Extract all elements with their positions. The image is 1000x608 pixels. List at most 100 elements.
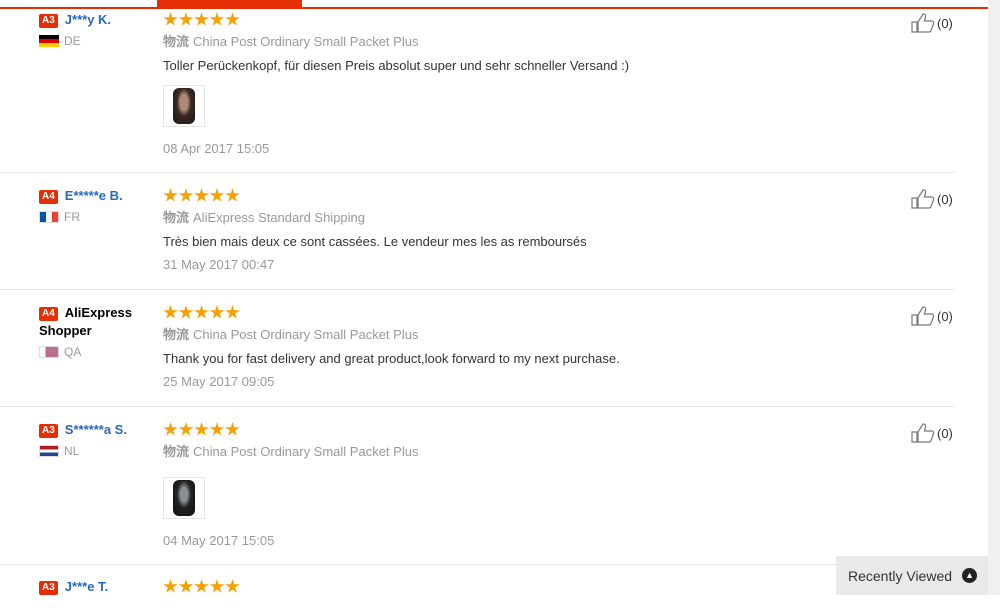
star-rating: [163, 422, 883, 438]
logistics-label: 物流: [163, 327, 190, 342]
star-icon: [225, 12, 240, 26]
star-icon: [178, 305, 194, 319]
star-icon: [209, 188, 225, 202]
review-item: A4 AliExpress Shopper QA 物流 China Post Ord…: [0, 304, 955, 407]
flag-qa-icon: [39, 346, 59, 358]
country-code: DE: [64, 34, 81, 48]
star-icon: [209, 579, 225, 593]
buyer-info: A3 S******a S. NL: [39, 421, 151, 459]
star-rating: [163, 579, 883, 595]
shipping-name: China Post Ordinary Small Packet Plus: [193, 444, 419, 459]
helpful-button[interactable]: (0): [911, 189, 953, 209]
buyer-info: A3 J***e T.: [39, 578, 151, 596]
flag-nl-icon: [39, 445, 59, 457]
buyer-level-badge: A3: [39, 424, 58, 438]
chevron-up-circle-icon: ▲: [962, 568, 978, 583]
buyer-info: A4 E*****e B. FR: [39, 187, 151, 225]
review-content: 物流 China Post Ordinary Small Packet Plus …: [163, 11, 883, 158]
star-icon: [163, 188, 178, 202]
tab-underline: [0, 7, 988, 9]
shipping-name: AliExpress Standard Shipping: [193, 210, 366, 225]
review-photo[interactable]: [163, 477, 205, 519]
star-rating: [163, 188, 883, 204]
thumbs-up-icon: [911, 423, 935, 443]
review-content: [163, 578, 883, 595]
flag-fr-icon: [39, 211, 59, 223]
buyer-name-link[interactable]: J***e T.: [65, 579, 108, 594]
review-text: Thank you for fast delivery and great pr…: [163, 351, 620, 366]
buyer-info: A4 AliExpress Shopper QA: [39, 304, 151, 360]
star-icon: [194, 12, 209, 26]
review-content: 物流 AliExpress Standard Shipping Très bien…: [163, 187, 883, 274]
helpful-button[interactable]: (0): [911, 13, 953, 33]
buyer-level-badge: A4: [39, 190, 58, 204]
review-text: Très bien mais deux ce sont cassées. Le …: [163, 234, 587, 249]
thumbs-up-icon: [911, 13, 935, 33]
review-date: 31 May 2017 00:47: [163, 257, 275, 272]
star-icon: [225, 422, 240, 436]
wig-head-photo-icon: [173, 88, 195, 124]
logistics-label: 物流: [163, 210, 190, 225]
star-icon: [209, 12, 225, 26]
shipping-name: China Post Ordinary Small Packet Plus: [193, 327, 419, 342]
star-rating: [163, 12, 883, 28]
buyer-level-badge: A3: [39, 581, 58, 595]
star-icon: [194, 422, 209, 436]
star-rating: [163, 305, 883, 321]
review-item: A3 S******a S. NL 物流 China Post Ordinary S…: [0, 421, 955, 565]
buyer-country: DE: [39, 33, 151, 49]
star-icon: [209, 305, 225, 319]
thumbs-up-icon: [911, 306, 935, 326]
star-icon: [225, 188, 240, 202]
country-code: NL: [64, 444, 80, 458]
review-item: A3 J***e T.: [0, 578, 955, 608]
star-icon: [163, 305, 178, 319]
star-icon: [209, 422, 225, 436]
review-content: 物流 China Post Ordinary Small Packet Plus …: [163, 421, 883, 550]
shipping-name: China Post Ordinary Small Packet Plus: [193, 34, 419, 49]
review-date: 08 Apr 2017 15:05: [163, 141, 270, 156]
recently-viewed-button[interactable]: Recently Viewed ▲: [836, 556, 988, 595]
review-date: 04 May 2017 15:05: [163, 533, 275, 548]
review-date: 25 May 2017 09:05: [163, 374, 275, 389]
buyer-country: NL: [39, 443, 151, 459]
star-icon: [178, 579, 194, 593]
recently-viewed-label: Recently Viewed: [848, 567, 953, 584]
buyer-level-badge: A3: [39, 14, 58, 28]
buyer-name-link[interactable]: E*****e B.: [65, 188, 123, 203]
star-icon: [194, 579, 209, 593]
star-icon: [225, 579, 240, 593]
logistics-label: 物流: [163, 444, 190, 459]
buyer-name-link[interactable]: S******a S.: [65, 422, 127, 437]
page-scrollbar[interactable]: [988, 0, 1000, 595]
review-text: Toller Perückenkopf, für diesen Preis ab…: [163, 58, 630, 73]
buyer-info: A3 J***y K. DE: [39, 11, 151, 49]
star-icon: [194, 305, 209, 319]
buyer-country: FR: [39, 209, 151, 225]
helpful-button[interactable]: (0): [911, 306, 953, 326]
star-icon: [194, 188, 209, 202]
shipping-method: 物流 AliExpress Standard Shipping: [163, 209, 883, 227]
star-icon: [178, 12, 194, 26]
star-icon: [225, 305, 240, 319]
buyer-name-link[interactable]: J***y K.: [65, 12, 111, 27]
buyer-level-badge: A4: [39, 307, 58, 321]
country-code: FR: [64, 210, 80, 224]
helpful-count: (0): [937, 15, 953, 31]
star-icon: [178, 188, 194, 202]
helpful-button[interactable]: (0): [911, 423, 953, 443]
buyer-country: QA: [39, 344, 151, 360]
logistics-label: 物流: [163, 34, 190, 49]
shipping-method: 物流 China Post Ordinary Small Packet Plus: [163, 443, 883, 461]
helpful-count: (0): [937, 425, 953, 441]
active-tab-indicator[interactable]: [157, 0, 302, 9]
star-icon: [178, 422, 194, 436]
star-icon: [163, 422, 178, 436]
star-icon: [163, 12, 178, 26]
thumbs-up-icon: [911, 189, 935, 209]
helpful-count: (0): [937, 308, 953, 324]
shipping-method: 物流 China Post Ordinary Small Packet Plus: [163, 33, 883, 51]
wig-head-photo-icon: [173, 480, 195, 516]
helpful-count: (0): [937, 191, 953, 207]
review-photo[interactable]: [163, 85, 205, 127]
